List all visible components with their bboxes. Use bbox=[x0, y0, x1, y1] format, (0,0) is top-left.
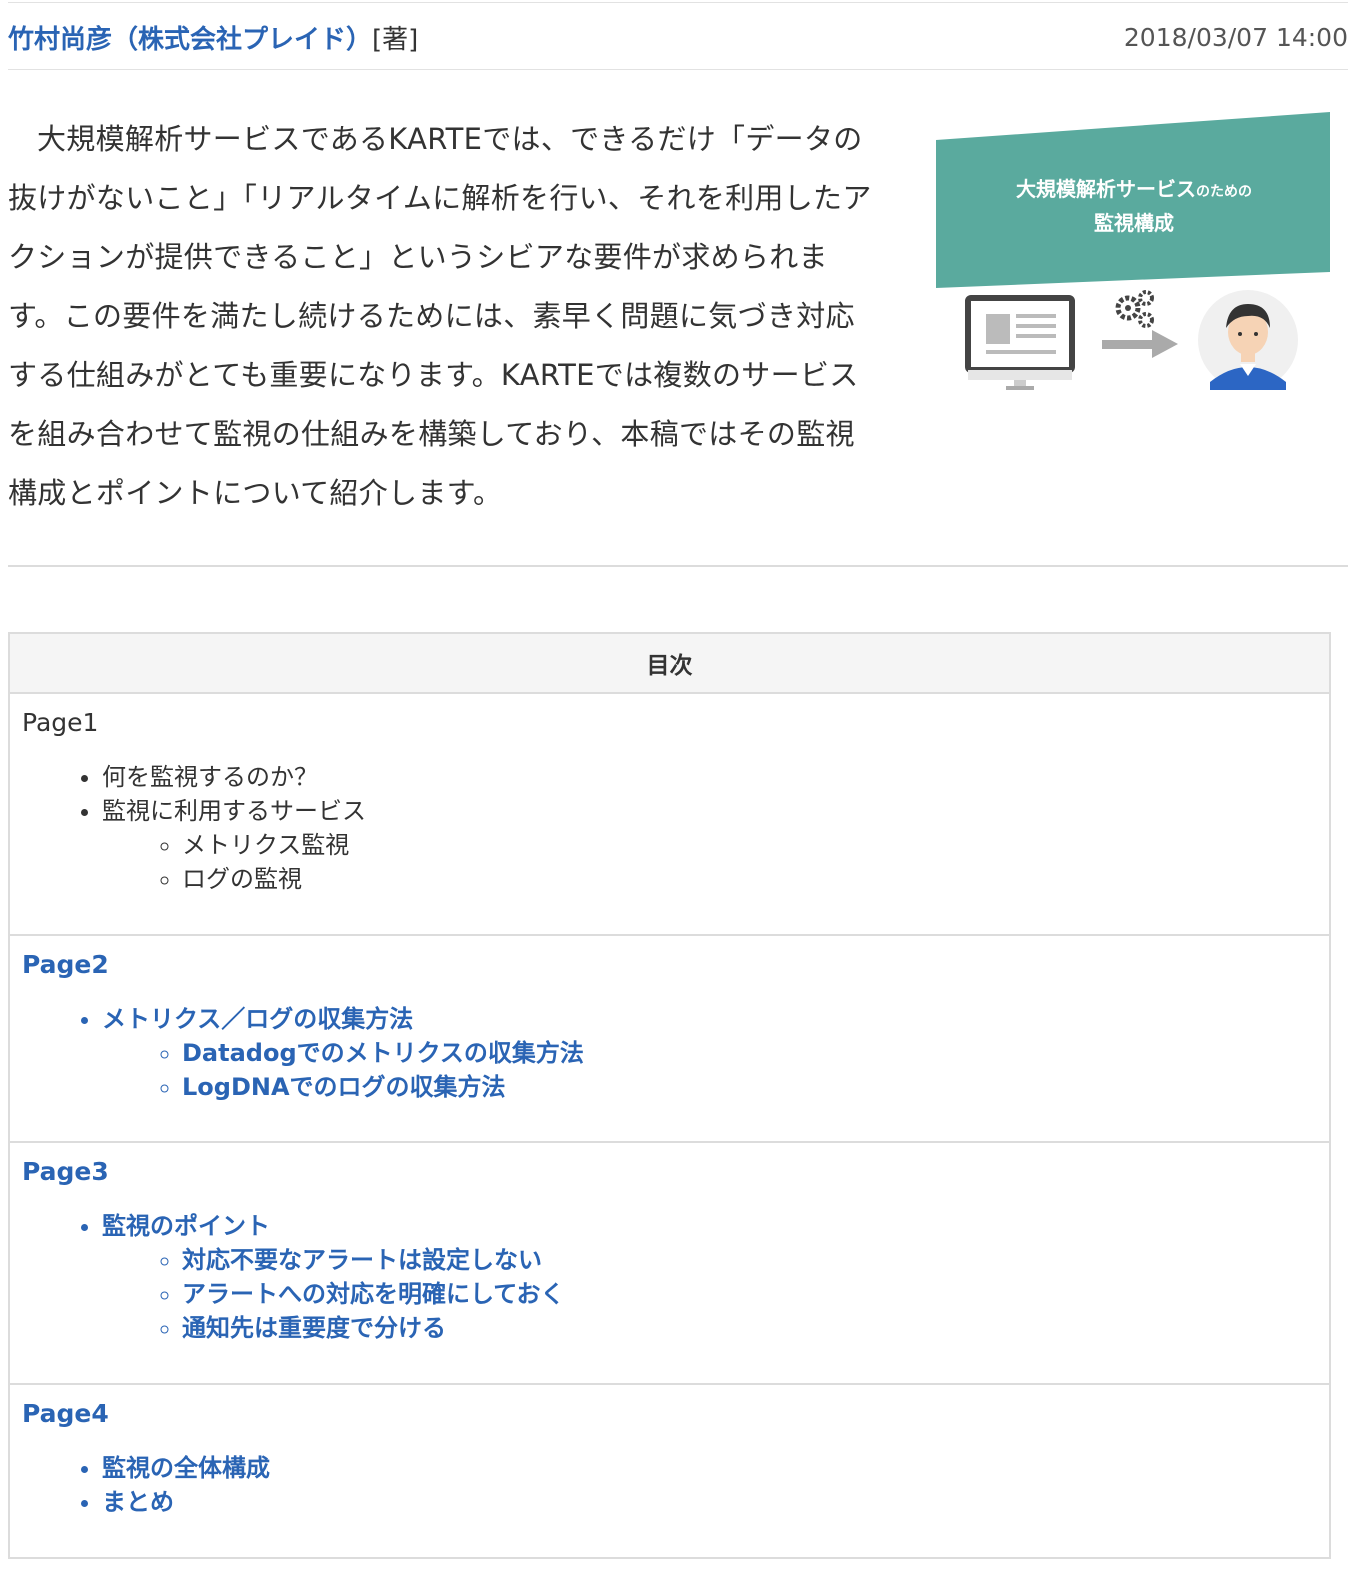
toc-section-page1: Page1 何を監視するのか？ 監視に利用するサービス メトリクス監視 ログの監… bbox=[10, 694, 1329, 936]
toc-section-page2: Page2 メトリクス／ログの収集方法 Datadogでのメトリクスの収集方法 … bbox=[10, 936, 1329, 1143]
publish-date: 2018/03/07 14:00 bbox=[1123, 23, 1348, 52]
toc-item: メトリクス／ログの収集方法 Datadogでのメトリクスの収集方法 LogDNA… bbox=[102, 1002, 1317, 1104]
toc-sublink[interactable]: 対応不要なアラートは設定しない bbox=[182, 1243, 1317, 1277]
hero-title-line2: 監視構成 bbox=[1094, 211, 1174, 235]
toc-sublink[interactable]: LogDNAでのログの収集方法 bbox=[182, 1070, 1317, 1104]
toc-list: 監視の全体構成 まとめ bbox=[22, 1451, 1317, 1519]
toc-page-link[interactable]: Page4 bbox=[22, 1399, 1317, 1429]
toc-sublink[interactable]: 通知先は重要度で分ける bbox=[182, 1311, 1317, 1345]
toc-list: メトリクス／ログの収集方法 Datadogでのメトリクスの収集方法 LogDNA… bbox=[22, 1002, 1317, 1104]
top-divider bbox=[8, 2, 1348, 3]
toc-link[interactable]: 監視のポイント bbox=[102, 1212, 270, 1240]
toc-list: 何を監視するのか？ 監視に利用するサービス メトリクス監視 ログの監視 bbox=[22, 760, 1317, 896]
toc-link[interactable]: まとめ bbox=[102, 1485, 1317, 1519]
toc-link[interactable]: メトリクス／ログの収集方法 bbox=[102, 1005, 413, 1033]
gears-icon bbox=[1115, 290, 1154, 328]
toc-link[interactable]: 監視の全体構成 bbox=[102, 1451, 1317, 1485]
table-of-contents: 目次 Page1 何を監視するのか？ 監視に利用するサービス メトリクス監視 ロ… bbox=[8, 632, 1331, 1559]
person-avatar-icon bbox=[1198, 290, 1298, 390]
toc-sublink[interactable]: Datadogでのメトリクスの収集方法 bbox=[182, 1036, 1317, 1070]
toc-item: 監視のポイント 対応不要なアラートは設定しない アラートへの対応を明確にしておく… bbox=[102, 1209, 1317, 1345]
toc-page-label: Page1 bbox=[22, 708, 99, 737]
toc-sublink[interactable]: アラートへの対応を明確にしておく bbox=[182, 1277, 1317, 1311]
toc-section-page3: Page3 監視のポイント 対応不要なアラートは設定しない アラートへの対応を明… bbox=[10, 1143, 1329, 1385]
author-byline: 竹村尚彦（株式会社プレイド）[著] bbox=[8, 19, 418, 56]
toc-title: 目次 bbox=[10, 634, 1329, 694]
toc-list: 監視のポイント 対応不要なアラートは設定しない アラートへの対応を明確にしておく… bbox=[22, 1209, 1317, 1345]
hero-image: 大規模解析サービスのための 監視構成 bbox=[934, 110, 1336, 410]
toc-sublist: 対応不要なアラートは設定しない アラートへの対応を明確にしておく 通知先は重要度… bbox=[102, 1243, 1317, 1345]
monitor-icon bbox=[965, 295, 1075, 390]
hero-illustration: 大規模解析サービスのための 監視構成 bbox=[936, 112, 1330, 390]
author-link[interactable]: 竹村尚彦（株式会社プレイド） bbox=[8, 25, 372, 55]
toc-sublist: メトリクス監視 ログの監視 bbox=[102, 828, 1317, 896]
toc-item: 何を監視するのか？ bbox=[102, 760, 1317, 794]
section-divider bbox=[8, 565, 1348, 567]
author-role: [著] bbox=[372, 25, 419, 55]
toc-section-page4: Page4 監視の全体構成 まとめ bbox=[10, 1385, 1329, 1557]
lead-paragraph: 大規模解析サービスであるKARTEでは、できるだけ「データの抜けがないこと」「リ… bbox=[8, 122, 872, 510]
toc-sublist: Datadogでのメトリクスの収集方法 LogDNAでのログの収集方法 bbox=[102, 1036, 1317, 1104]
article-header: 竹村尚彦（株式会社プレイド）[著] 2018/03/07 14:00 bbox=[8, 6, 1348, 70]
arrow-right-icon bbox=[1102, 330, 1178, 358]
toc-subitem: ログの監視 bbox=[182, 862, 1317, 896]
toc-subitem: メトリクス監視 bbox=[182, 828, 1317, 862]
toc-item: 監視に利用するサービス メトリクス監視 ログの監視 bbox=[102, 794, 1317, 896]
toc-page-link[interactable]: Page3 bbox=[22, 1157, 1317, 1187]
toc-page-link[interactable]: Page2 bbox=[22, 950, 1317, 980]
